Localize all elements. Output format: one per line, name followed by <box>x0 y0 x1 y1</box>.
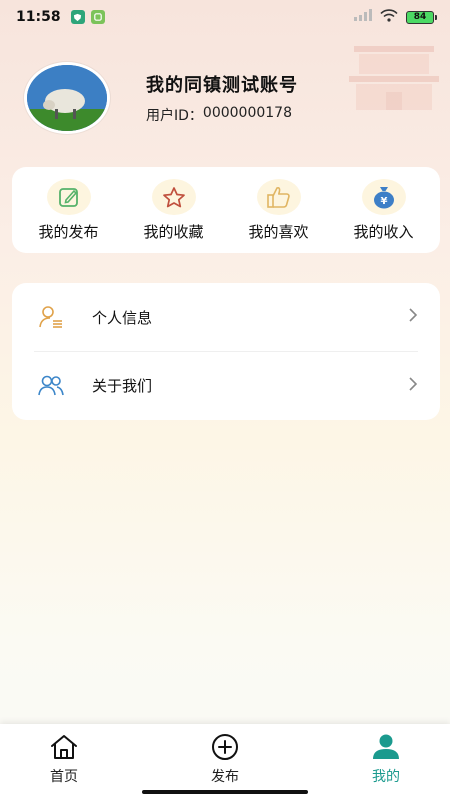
tab-label: 我的 <box>372 769 400 785</box>
home-indicator <box>142 790 308 794</box>
tab-label: 发布 <box>211 769 239 785</box>
profile-name: 我的同镇测试账号 <box>146 75 298 96</box>
menu-item-personal-info[interactable]: 个人信息 <box>34 283 418 351</box>
menu-item-label: 个人信息 <box>92 308 153 327</box>
tab-mine[interactable]: 我的 <box>350 724 422 800</box>
quick-action-my-likes[interactable]: 我的喜欢 <box>229 178 329 242</box>
menu-card: 个人信息 关于我们 <box>12 283 440 420</box>
tab-label: 首页 <box>50 769 78 785</box>
battery-level: 84 <box>413 12 427 22</box>
wifi-icon <box>380 8 398 26</box>
quick-action-my-income[interactable]: ¥ 我的收入 <box>334 178 434 242</box>
shield-app-icon <box>70 10 85 24</box>
quick-action-my-favorites[interactable]: 我的收藏 <box>124 178 224 242</box>
quick-action-label: 我的收藏 <box>143 222 204 241</box>
status-time: 11:58 <box>16 9 61 25</box>
battery-icon: 84 <box>406 10 437 24</box>
signal-icon <box>354 9 372 25</box>
chevron-right-icon <box>408 376 418 396</box>
user-id-value: 0000000178 <box>202 105 292 121</box>
menu-item-label: 关于我们 <box>92 377 153 395</box>
user-id-label: 用户ID： <box>146 108 203 124</box>
quick-action-label: 我的喜欢 <box>248 222 309 241</box>
quick-action-label: 我的发布 <box>38 222 99 241</box>
thumbs-up-icon <box>256 178 301 215</box>
profile-header: 我的同镇测试账号 用户ID： 0000000178 <box>24 60 424 136</box>
chevron-right-icon <box>408 307 418 327</box>
plus-circle-icon <box>210 732 240 762</box>
tab-home[interactable]: 首页 <box>28 724 100 800</box>
quick-action-label: 我的收入 <box>353 222 414 241</box>
user-icon <box>371 732 401 762</box>
users-icon <box>36 371 66 401</box>
app-notification-icon <box>90 10 105 24</box>
status-bar: 11:58 84 <box>0 0 450 34</box>
quick-actions-card: 我的发布 我的收藏 我的喜欢 ¥ 我的收入 <box>12 167 440 253</box>
bottom-tab-bar: 首页 发布 我的 <box>0 724 450 800</box>
user-id: 用户ID： 0000000178 <box>146 105 298 125</box>
tab-publish[interactable]: 发布 <box>189 724 261 800</box>
home-icon <box>49 732 79 762</box>
quick-action-my-posts[interactable]: 我的发布 <box>19 178 119 242</box>
money-bag-icon: ¥ <box>361 178 406 215</box>
person-info-icon <box>36 302 66 332</box>
menu-item-about-us[interactable]: 关于我们 <box>34 351 418 419</box>
star-icon <box>151 178 196 215</box>
edit-icon <box>46 178 91 215</box>
avatar[interactable] <box>24 62 110 134</box>
svg-text:¥: ¥ <box>380 196 387 207</box>
